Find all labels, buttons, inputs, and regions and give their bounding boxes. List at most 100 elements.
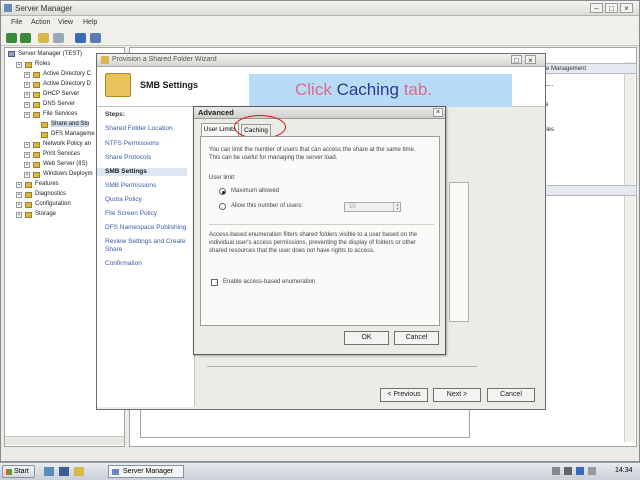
- tree-item[interactable]: Windows Deploym: [43, 171, 93, 177]
- minimize-button[interactable]: –: [590, 3, 603, 13]
- previous-button[interactable]: < Previous: [380, 388, 428, 402]
- tree-node-icon: [33, 92, 40, 98]
- tree-node-icon: [25, 202, 32, 208]
- wizard-step: NTFS Permissions: [105, 140, 160, 147]
- tree-item[interactable]: Configuration: [35, 201, 71, 207]
- tray-icon-4[interactable]: [588, 467, 596, 475]
- wizard-step: Share Protocols: [105, 154, 152, 161]
- actions-item-1[interactable]: L...: [545, 82, 553, 88]
- menu-view[interactable]: View: [58, 19, 73, 26]
- forward-icon[interactable]: [20, 33, 31, 43]
- wizard-right-panel: [449, 182, 469, 322]
- tree-node-icon: [41, 122, 48, 128]
- tree-expander[interactable]: +: [16, 212, 22, 218]
- tree-item[interactable]: Web Server (IIS): [43, 161, 88, 167]
- actions-item-3[interactable]: iles: [545, 127, 554, 133]
- tree-node-icon: [33, 142, 40, 148]
- quicklaunch-server-icon[interactable]: [44, 467, 54, 476]
- next-button[interactable]: Next >: [433, 388, 481, 402]
- tree-expander[interactable]: +: [16, 192, 22, 198]
- close-button[interactable]: ×: [620, 3, 633, 13]
- tray-icon-1[interactable]: [552, 467, 560, 475]
- tree-item[interactable]: Roles: [35, 61, 50, 67]
- users-spinner[interactable]: ▲ ▼: [393, 203, 401, 211]
- tree-expander[interactable]: +: [16, 182, 22, 188]
- instruction-tab: tab.: [403, 80, 433, 99]
- tray-icon-2[interactable]: [564, 467, 572, 475]
- tree-expander[interactable]: +: [24, 102, 30, 108]
- tree-horizontal-scrollbar[interactable]: [5, 436, 124, 445]
- radio-maximum-dot: [221, 190, 225, 194]
- menu-action[interactable]: Action: [31, 19, 50, 26]
- tree-item[interactable]: Features: [35, 181, 59, 187]
- menu-help[interactable]: Help: [83, 19, 97, 26]
- tree-node-icon: [33, 162, 40, 168]
- tree-item[interactable]: DNS Server: [43, 101, 75, 107]
- tree-expander[interactable]: +: [24, 82, 30, 88]
- wizard-step: Review Settings and Create Share: [105, 238, 186, 253]
- server-icon: [8, 51, 15, 57]
- tree-node-icon: [33, 152, 40, 158]
- tree-node-icon: [25, 62, 32, 68]
- tree-expander[interactable]: +: [24, 112, 30, 118]
- tree-item[interactable]: Diagnostics: [35, 191, 66, 197]
- quicklaunch-powershell-icon[interactable]: [59, 467, 69, 476]
- tree-item[interactable]: File Services: [43, 111, 77, 117]
- taskbar-server-manager[interactable]: Server Manager: [108, 465, 184, 478]
- content-scrollbar[interactable]: [624, 62, 635, 442]
- title-bar: Server Manager – □ ×: [1, 1, 639, 16]
- wizard-app-icon: [101, 56, 109, 64]
- help-icon[interactable]: [75, 33, 86, 43]
- radio-allow[interactable]: [219, 203, 226, 210]
- tree-node-icon: [25, 212, 32, 218]
- tab-panel-divider: [209, 224, 434, 225]
- wizard-close-button[interactable]: ×: [525, 55, 536, 65]
- option-allow-label: Allow this number of users:: [231, 203, 304, 209]
- abe-checkbox[interactable]: [211, 279, 218, 286]
- tree-node-icon: [25, 192, 32, 198]
- ok-button[interactable]: OK: [344, 331, 389, 345]
- tree-expander[interactable]: +: [24, 172, 30, 178]
- advanced-close-button[interactable]: ×: [433, 108, 443, 117]
- wizard-maximize-button[interactable]: □: [511, 55, 522, 65]
- wizard-step: Confirmation: [105, 260, 142, 267]
- tree-item[interactable]: Active Directory C: [43, 71, 91, 77]
- start-label: Start: [14, 468, 29, 475]
- tree-item[interactable]: Print Services: [43, 151, 80, 157]
- tree-expander[interactable]: +: [24, 162, 30, 168]
- tree-expander[interactable]: +: [24, 152, 30, 158]
- tree-item[interactable]: Network Policy an: [43, 141, 91, 147]
- wizard-step: SMB Settings: [97, 168, 187, 176]
- tree-node-icon: [33, 172, 40, 178]
- tree-item[interactable]: DHCP Server: [43, 91, 79, 97]
- tree-expander[interactable]: +: [16, 202, 22, 208]
- shared-folder-icon: [105, 73, 131, 97]
- wizard-cancel-button[interactable]: Cancel: [487, 388, 535, 402]
- properties-icon[interactable]: [53, 33, 64, 43]
- tree-expander[interactable]: +: [16, 62, 22, 68]
- tree-expander[interactable]: +: [24, 92, 30, 98]
- wizard-heading: SMB Settings: [140, 80, 199, 90]
- folder-icon[interactable]: [38, 33, 49, 43]
- tree-expander[interactable]: +: [24, 72, 30, 78]
- wizard-step: SMB Permissions: [105, 182, 157, 189]
- maximize-button[interactable]: □: [605, 3, 618, 13]
- tree-root[interactable]: Server Manager (TEST): [18, 51, 82, 57]
- tree-node-icon: [33, 82, 40, 88]
- radio-maximum[interactable]: [219, 188, 226, 195]
- taskbar: Start Server Manager 14:34: [0, 462, 640, 480]
- user-limit-label: User limit:: [209, 175, 236, 181]
- tree-item[interactable]: Share and Sto: [51, 121, 90, 127]
- tree-item[interactable]: DFS Manageme: [51, 131, 95, 137]
- tree-item[interactable]: Active Directory D: [43, 81, 91, 87]
- advanced-cancel-button[interactable]: Cancel: [394, 331, 439, 345]
- actions-header-secondary: [541, 185, 637, 196]
- menu-file[interactable]: File: [11, 19, 22, 26]
- quicklaunch-explorer-icon[interactable]: [74, 467, 84, 476]
- tree-item[interactable]: Storage: [35, 211, 56, 217]
- tray-icon-3[interactable]: [576, 467, 584, 475]
- back-icon[interactable]: [6, 33, 17, 43]
- tree-expander[interactable]: +: [24, 142, 30, 148]
- console-icon[interactable]: [90, 33, 101, 43]
- start-button[interactable]: Start: [2, 465, 35, 478]
